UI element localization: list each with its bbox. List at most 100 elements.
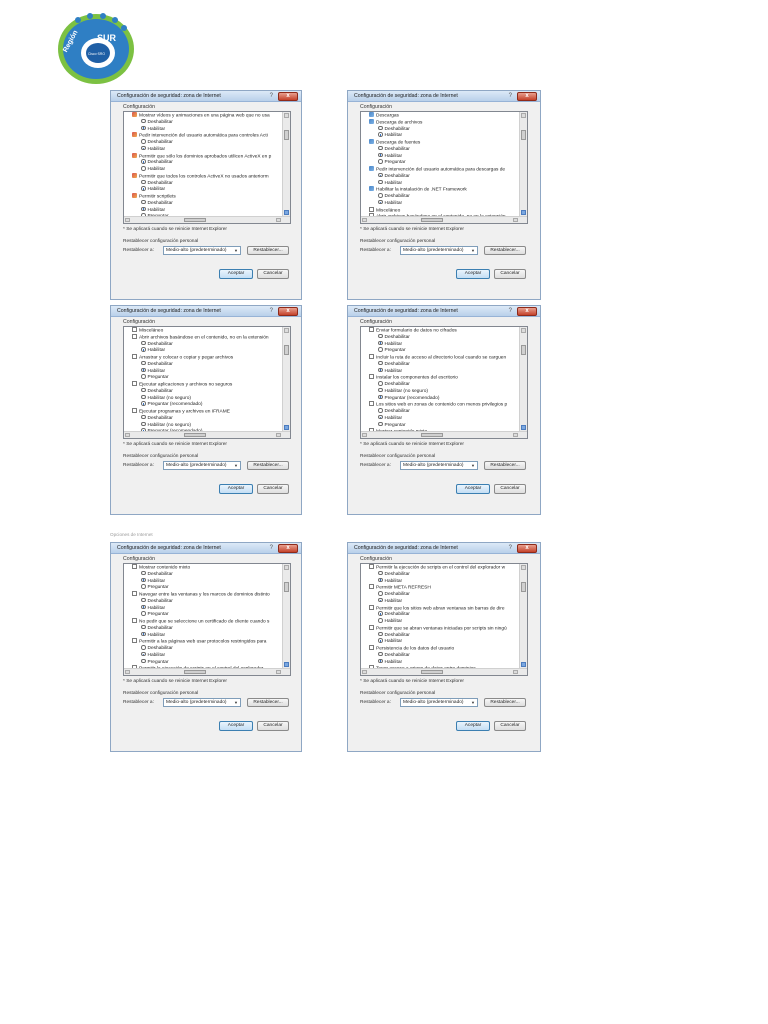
option-row[interactable]: Habilitar [124,604,282,612]
chevron-down-icon[interactable]: ▼ [470,463,476,468]
help-icon[interactable]: ? [509,93,512,99]
radio-selected-icon[interactable] [141,604,146,609]
horizontal-scroll-thumb[interactable] [184,218,206,222]
setting-row[interactable]: Permitir que los sitios web abran ventan… [361,604,519,612]
setting-row[interactable]: Misceláneo [124,327,282,334]
radio-unselected-icon[interactable] [378,193,383,198]
setting-row[interactable]: Enviar formulario de datos no cifrados [361,327,519,334]
setting-row[interactable]: Instalar los componentes del escritorio [361,374,519,381]
option-row[interactable]: Preguntar [361,421,519,429]
radio-selected-icon[interactable] [378,172,383,178]
cancel-button[interactable]: Cancelar [257,269,289,279]
chevron-down-icon[interactable]: ▼ [470,248,476,253]
vertical-scrollbar[interactable] [282,564,290,668]
radio-unselected-icon[interactable] [141,139,146,144]
setting-row[interactable]: Descarga de fuentes [361,139,519,146]
radio-selected-icon[interactable] [378,577,383,582]
option-row[interactable]: Habilitar [124,166,282,173]
vertical-scrollbar[interactable] [519,327,527,431]
reset-level-select[interactable]: Medio-alto (predeterminado) ▼ [163,698,241,707]
radio-unselected-icon[interactable] [378,159,383,164]
option-row[interactable]: Preguntar [124,374,282,381]
option-row[interactable]: Deshabilitar [361,333,519,341]
option-row[interactable]: Preguntar [124,658,282,666]
reset-button[interactable]: Restablecer... [484,246,526,255]
chevron-down-icon[interactable]: ▼ [233,463,239,468]
reset-button[interactable]: Restablecer... [484,698,526,707]
vertical-scrollbar[interactable] [282,112,290,216]
radio-unselected-icon[interactable] [378,347,383,352]
option-row[interactable]: Habilitar [124,651,282,659]
option-row[interactable]: Deshabilitar [124,597,282,605]
setting-row[interactable]: Abrir archivos basándose en el contenido… [124,333,282,341]
settings-list[interactable]: Misceláneo Abrir archivos basándose en el… [123,326,291,439]
reset-button[interactable]: Restablecer... [247,461,289,470]
option-row[interactable]: Habilitar [361,152,519,160]
radio-selected-icon[interactable] [141,577,146,582]
option-row[interactable]: Deshabilitar [361,591,519,598]
option-row[interactable]: Habilitar [124,347,282,354]
option-row[interactable]: Habilitar [361,597,519,605]
horizontal-scrollbar[interactable] [124,216,290,223]
cancel-button[interactable]: Cancelar [494,721,526,731]
option-row[interactable]: Deshabilitar [361,408,519,415]
option-row[interactable]: Deshabilitar [361,381,519,388]
option-row[interactable]: Habilitar [124,125,282,133]
setting-row[interactable]: Pedir intervención del usuario automátic… [361,166,519,173]
setting-row[interactable]: Descargas [361,112,519,119]
scroll-left-arrow-icon[interactable] [125,218,130,222]
radio-unselected-icon[interactable] [378,591,383,596]
radio-selected-icon[interactable] [378,199,383,205]
setting-row[interactable]: Arrastrar y colocar o copiar y pegar arc… [124,354,282,361]
scroll-up-arrow-icon[interactable] [521,565,526,570]
option-row[interactable]: Deshabilitar [361,172,519,180]
option-row[interactable]: Habilitar [361,367,519,375]
vertical-scrollbar[interactable] [519,112,527,216]
horizontal-scroll-thumb[interactable] [421,670,443,674]
setting-row[interactable]: Ejecutar programas y archivos en IFRAME [124,408,282,415]
option-row[interactable]: Deshabilitar [124,340,282,348]
settings-list[interactable]: Descargas Descarga de archivos Deshabilita… [360,111,528,224]
radio-selected-icon[interactable] [141,186,146,191]
radio-selected-icon[interactable] [141,206,146,211]
close-button[interactable]: x [278,307,298,316]
radio-unselected-icon[interactable] [378,179,383,184]
option-row[interactable]: Deshabilitar [361,631,519,639]
reset-button[interactable]: Restablecer... [247,698,289,707]
option-row[interactable]: Deshabilitar [124,414,282,422]
ok-button[interactable]: Aceptar [456,269,490,279]
radio-unselected-icon[interactable] [378,651,383,657]
option-row[interactable]: Habilitar [124,206,282,214]
radio-unselected-icon[interactable] [141,421,146,426]
radio-selected-icon[interactable] [141,159,146,164]
horizontal-scroll-thumb[interactable] [184,433,206,437]
radio-unselected-icon[interactable] [141,394,146,399]
option-row[interactable]: Habilitar [361,199,519,207]
option-row[interactable]: Habilitar [361,577,519,585]
scroll-up-arrow-icon[interactable] [284,328,289,333]
close-button[interactable]: x [517,544,537,553]
reset-level-select[interactable]: Medio-alto (predeterminado) ▼ [163,246,241,255]
ok-button[interactable]: Aceptar [219,484,253,494]
option-row[interactable]: Preguntar [124,584,282,591]
scroll-thumb[interactable] [521,130,526,140]
option-row[interactable]: Preguntar (recomendado) [124,401,282,408]
option-row[interactable]: Habilitar [124,145,282,153]
scroll-left-arrow-icon[interactable] [125,670,130,674]
radio-selected-icon[interactable] [141,145,146,151]
scroll-left-arrow-icon[interactable] [362,218,367,222]
radio-unselected-icon[interactable] [378,387,383,393]
option-row[interactable]: Deshabilitar [361,360,519,368]
scroll-right-arrow-icon[interactable] [513,218,518,222]
radio-unselected-icon[interactable] [378,381,383,386]
horizontal-scrollbar[interactable] [124,431,290,438]
horizontal-scroll-thumb[interactable] [421,433,443,437]
option-row[interactable]: Preguntar (recomendado) [361,394,519,402]
option-row[interactable]: Deshabilitar [124,199,282,207]
chevron-down-icon[interactable]: ▼ [233,700,239,705]
setting-row[interactable]: Navegar entre las ventanas y los marcos … [124,591,282,598]
close-button[interactable]: x [278,544,298,553]
option-row[interactable]: Habilitar [361,179,519,187]
option-row[interactable]: Deshabilitar [124,645,282,652]
scroll-left-arrow-icon[interactable] [125,433,130,437]
